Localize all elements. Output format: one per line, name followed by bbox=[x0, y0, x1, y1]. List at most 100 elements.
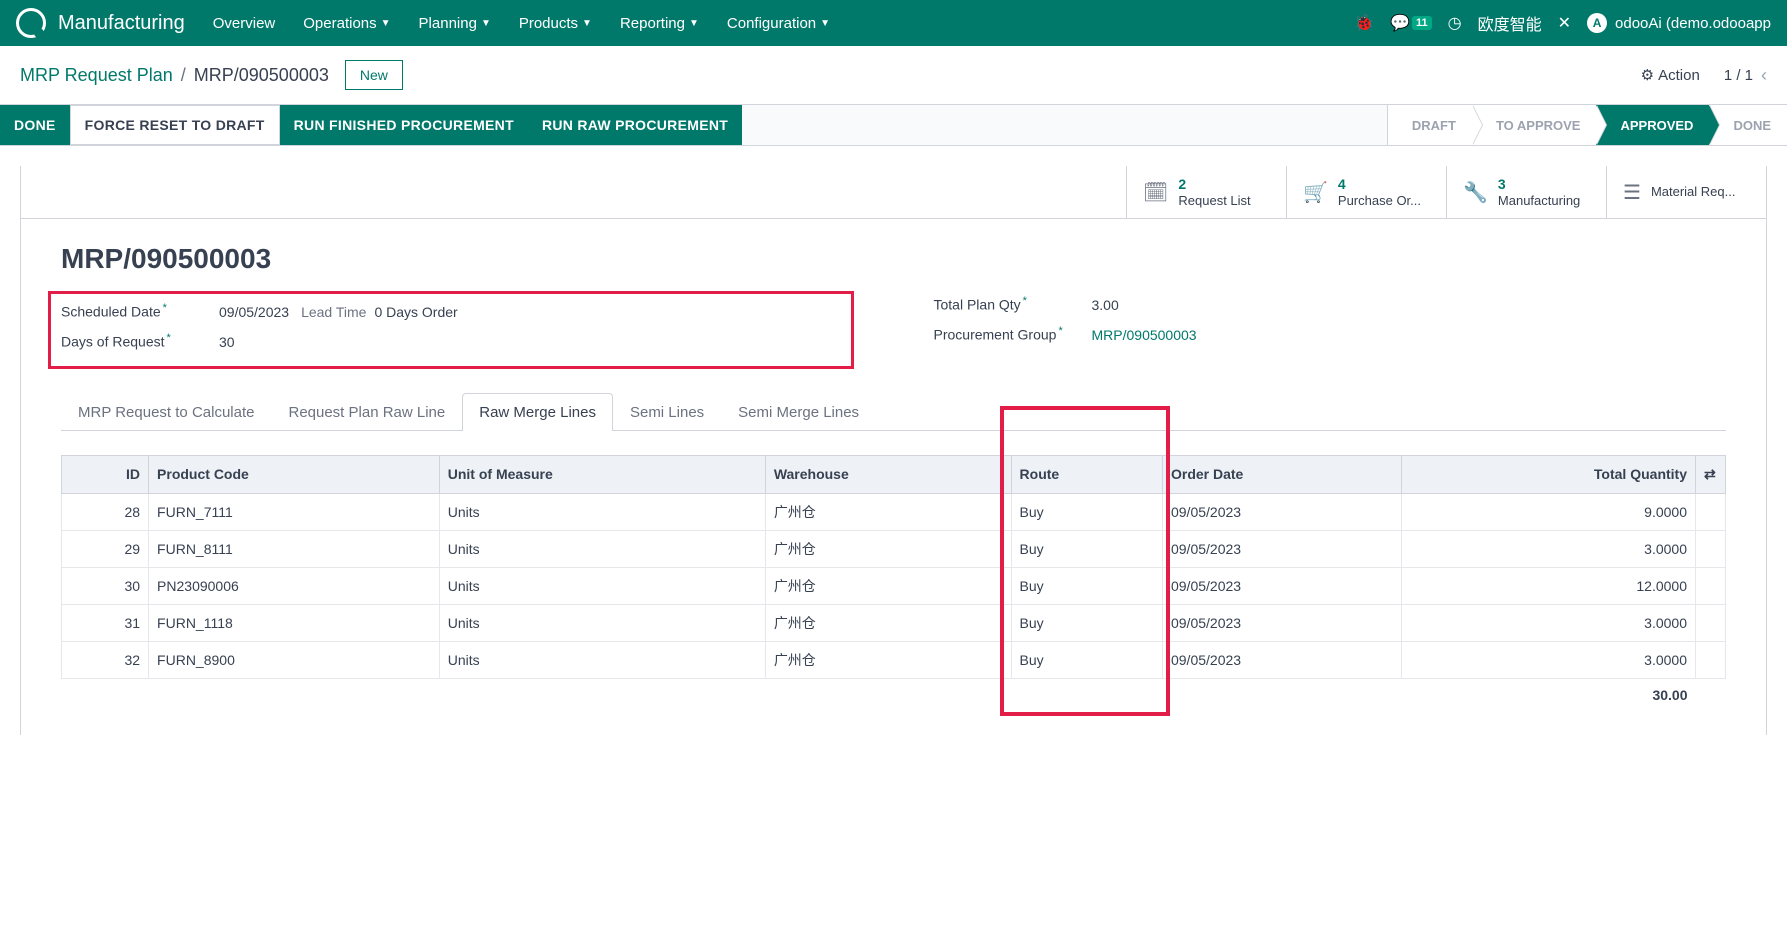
gear-icon: ⚙ bbox=[1641, 66, 1654, 84]
value-days-of-request[interactable]: 30 bbox=[219, 334, 235, 350]
stat-purchase-order[interactable]: 🛒 4Purchase Or... bbox=[1286, 166, 1446, 218]
table-row[interactable]: 29FURN_8111Units广州仓Buy09/05/20233.0000 bbox=[62, 530, 1726, 567]
cell: Buy bbox=[1011, 567, 1162, 604]
chevron-down-icon: ▼ bbox=[582, 18, 592, 29]
cell: 9.0000 bbox=[1401, 493, 1695, 530]
stat-material-request[interactable]: ☰ Material Req... bbox=[1606, 166, 1766, 218]
cell: Units bbox=[439, 641, 765, 678]
table-row[interactable]: 30PN23090006Units广州仓Buy09/05/202312.0000 bbox=[62, 567, 1726, 604]
cell: Buy bbox=[1011, 530, 1162, 567]
activities-icon[interactable]: ◷ bbox=[1448, 13, 1462, 33]
nav-item-planning[interactable]: Planning▼ bbox=[407, 7, 503, 40]
stat-label: Purchase Or... bbox=[1338, 193, 1421, 209]
label-days-of-request: Days of Request bbox=[61, 332, 211, 350]
cell: 12.0000 bbox=[1401, 567, 1695, 604]
action-menu[interactable]: ⚙Action bbox=[1641, 66, 1700, 84]
stat-request-list[interactable]: 🗓 2Request List bbox=[1126, 166, 1286, 218]
cell: 09/05/2023 bbox=[1162, 530, 1401, 567]
action-done[interactable]: DONE bbox=[0, 105, 70, 145]
stage-approved[interactable]: APPROVED bbox=[1596, 105, 1709, 145]
col-total-quantity[interactable]: Total Quantity bbox=[1401, 455, 1695, 493]
messages-icon[interactable]: 💬11 bbox=[1390, 13, 1432, 33]
cell: Buy bbox=[1011, 641, 1162, 678]
breadcrumb-root[interactable]: MRP Request Plan bbox=[20, 65, 173, 86]
stat-label: Request List bbox=[1178, 193, 1250, 209]
col-route[interactable]: Route bbox=[1011, 455, 1162, 493]
bug-icon[interactable]: 🐞 bbox=[1354, 13, 1374, 33]
cell bbox=[1696, 567, 1726, 604]
col-id[interactable]: ID bbox=[62, 455, 149, 493]
cell bbox=[1696, 493, 1726, 530]
notebook-tabs: MRP Request to CalculateRequest Plan Raw… bbox=[61, 393, 1726, 431]
record-title: MRP/090500003 bbox=[61, 243, 1726, 275]
main-navbar: Manufacturing OverviewOperations▼Plannin… bbox=[0, 0, 1787, 46]
value-procurement-group[interactable]: MRP/090500003 bbox=[1092, 327, 1197, 343]
nav-item-configuration[interactable]: Configuration▼ bbox=[715, 7, 842, 40]
value-lead-time[interactable]: 0 Days Order bbox=[374, 304, 457, 320]
col-order-date[interactable]: Order Date bbox=[1162, 455, 1401, 493]
nav-item-operations[interactable]: Operations▼ bbox=[291, 7, 402, 40]
cell: Units bbox=[439, 493, 765, 530]
company-switcher[interactable]: 欧度智能 bbox=[1478, 11, 1542, 35]
breadcrumb-bar: MRP Request Plan / MRP/090500003 New ⚙Ac… bbox=[0, 46, 1787, 104]
breadcrumb-separator: / bbox=[181, 65, 186, 86]
col-warehouse[interactable]: Warehouse bbox=[765, 455, 1011, 493]
action-run-raw-procurement[interactable]: RUN RAW PROCUREMENT bbox=[528, 105, 742, 145]
tab-request-plan-raw-line[interactable]: Request Plan Raw Line bbox=[271, 393, 462, 431]
stage-to-approve[interactable]: TO APPROVE bbox=[1472, 105, 1597, 145]
cell: FURN_8111 bbox=[149, 530, 440, 567]
nav-item-reporting[interactable]: Reporting▼ bbox=[608, 7, 711, 40]
label-total-plan-qty: Total Plan Qty bbox=[934, 295, 1084, 313]
app-logo-icon[interactable] bbox=[16, 8, 46, 38]
stage-draft[interactable]: DRAFT bbox=[1387, 105, 1472, 145]
nav-item-products[interactable]: Products▼ bbox=[507, 7, 604, 40]
cell: Units bbox=[439, 567, 765, 604]
app-name[interactable]: Manufacturing bbox=[58, 12, 185, 35]
stage-done[interactable]: DONE bbox=[1709, 105, 1787, 145]
cell bbox=[1696, 641, 1726, 678]
table-row[interactable]: 31FURN_1118Units广州仓Buy09/05/20233.0000 bbox=[62, 604, 1726, 641]
cell: FURN_1118 bbox=[149, 604, 440, 641]
cell: 09/05/2023 bbox=[1162, 641, 1401, 678]
cell bbox=[1696, 604, 1726, 641]
cell: FURN_8900 bbox=[149, 641, 440, 678]
col-product-code[interactable]: Product Code bbox=[149, 455, 440, 493]
table-row[interactable]: 32FURN_8900Units广州仓Buy09/05/20233.0000 bbox=[62, 641, 1726, 678]
cell: 30 bbox=[62, 567, 149, 604]
chevron-down-icon: ▼ bbox=[481, 18, 491, 29]
action-force-reset-to-draft[interactable]: FORCE RESET TO DRAFT bbox=[70, 105, 280, 145]
pager: 1 / 1 ‹ bbox=[1724, 65, 1767, 86]
cell: 广州仓 bbox=[765, 641, 1011, 678]
cell: Buy bbox=[1011, 604, 1162, 641]
cell: Units bbox=[439, 530, 765, 567]
cell: 28 bbox=[62, 493, 149, 530]
breadcrumb-current: MRP/090500003 bbox=[194, 65, 329, 86]
column-options-icon[interactable]: ⇄ bbox=[1696, 455, 1726, 493]
stat-value: 4 bbox=[1338, 176, 1421, 193]
user-menu[interactable]: A odooAi (demo.odooapp bbox=[1587, 13, 1771, 33]
new-button[interactable]: New bbox=[345, 60, 403, 90]
raw-merge-lines-table: IDProduct CodeUnit of MeasureWarehouseRo… bbox=[61, 455, 1726, 711]
nav-item-overview[interactable]: Overview bbox=[201, 7, 288, 40]
tab-semi-merge-lines[interactable]: Semi Merge Lines bbox=[721, 393, 876, 431]
tab-raw-merge-lines[interactable]: Raw Merge Lines bbox=[462, 393, 613, 431]
pager-text[interactable]: 1 / 1 bbox=[1724, 67, 1753, 84]
tools-icon[interactable]: ✕ bbox=[1558, 13, 1571, 33]
value-scheduled-date[interactable]: 09/05/2023 bbox=[219, 304, 289, 320]
cell: 广州仓 bbox=[765, 493, 1011, 530]
stat-label: Manufacturing bbox=[1498, 193, 1580, 209]
action-run-finished-procurement[interactable]: RUN FINISHED PROCUREMENT bbox=[280, 105, 528, 145]
tab-mrp-request-to-calculate[interactable]: MRP Request to Calculate bbox=[61, 393, 271, 431]
col-unit-of-measure[interactable]: Unit of Measure bbox=[439, 455, 765, 493]
pager-prev-icon[interactable]: ‹ bbox=[1761, 65, 1767, 86]
cell: 3.0000 bbox=[1401, 530, 1695, 567]
stat-manufacturing[interactable]: 🔧 3Manufacturing bbox=[1446, 166, 1606, 218]
user-name: odooAi (demo.odooapp bbox=[1615, 15, 1771, 32]
value-total-plan-qty[interactable]: 3.00 bbox=[1092, 297, 1119, 313]
table-row[interactable]: 28FURN_7111Units广州仓Buy09/05/20239.0000 bbox=[62, 493, 1726, 530]
cell: 09/05/2023 bbox=[1162, 604, 1401, 641]
chevron-down-icon: ▼ bbox=[381, 18, 391, 29]
tab-semi-lines[interactable]: Semi Lines bbox=[613, 393, 721, 431]
cell: 32 bbox=[62, 641, 149, 678]
cell: 3.0000 bbox=[1401, 641, 1695, 678]
